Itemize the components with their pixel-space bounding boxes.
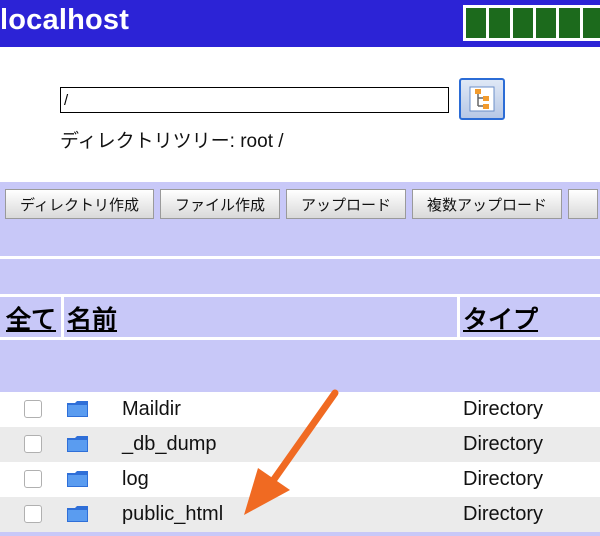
column-divider <box>457 297 460 337</box>
file-type: Directory <box>463 503 544 525</box>
meter-segment <box>512 8 533 38</box>
file-name[interactable]: public_html <box>122 503 223 526</box>
meter-segment <box>466 8 487 38</box>
file-toolbar: ディレクトリ作成 ファイル作成 アップロード 複数アップロード <box>5 189 598 219</box>
folder-icon <box>67 471 88 487</box>
meter-segment <box>582 8 600 38</box>
file-row[interactable]: Maildir Directory <box>0 392 600 427</box>
meter-segment <box>559 8 580 38</box>
upload-button[interactable]: アップロード <box>285 189 406 219</box>
divider <box>0 256 600 259</box>
create-directory-button[interactable]: ディレクトリ作成 <box>5 189 154 219</box>
meter-segment <box>535 8 557 38</box>
host-title: localhost <box>0 4 130 36</box>
directory-tree-caption: ディレクトリツリー: root / <box>60 131 284 152</box>
meter-segment <box>489 8 510 38</box>
folder-icon <box>67 436 88 452</box>
create-file-button[interactable]: ファイル作成 <box>159 189 280 219</box>
name-column-header[interactable]: 名前 <box>67 300 117 336</box>
folder-icon <box>67 401 88 417</box>
file-name[interactable]: log <box>122 468 149 491</box>
tree-icon <box>469 86 495 112</box>
select-all-header[interactable]: 全て <box>6 300 56 336</box>
file-type: Directory <box>463 433 544 455</box>
file-name[interactable]: _db_dump <box>122 433 217 456</box>
file-row[interactable]: public_html Directory <box>0 497 600 532</box>
divider <box>0 337 600 340</box>
directory-tree-button[interactable] <box>459 78 505 120</box>
overflow-button[interactable] <box>568 189 598 219</box>
folder-icon <box>67 506 88 522</box>
multi-upload-button[interactable]: 複数アップロード <box>411 189 562 219</box>
file-row[interactable]: _db_dump Directory <box>0 427 600 462</box>
column-divider <box>61 297 64 337</box>
path-input[interactable] <box>60 87 449 113</box>
divider <box>0 294 600 297</box>
file-name[interactable]: Maildir <box>122 398 181 421</box>
row-checkbox[interactable] <box>24 470 42 488</box>
file-type: Directory <box>463 398 544 420</box>
file-type: Directory <box>463 468 544 490</box>
row-checkbox[interactable] <box>24 400 42 418</box>
row-checkbox[interactable] <box>24 505 42 523</box>
file-row[interactable]: log Directory <box>0 462 600 497</box>
row-checkbox[interactable] <box>24 435 42 453</box>
usage-meter <box>463 5 600 41</box>
type-column-header[interactable]: タイプ <box>463 300 538 336</box>
